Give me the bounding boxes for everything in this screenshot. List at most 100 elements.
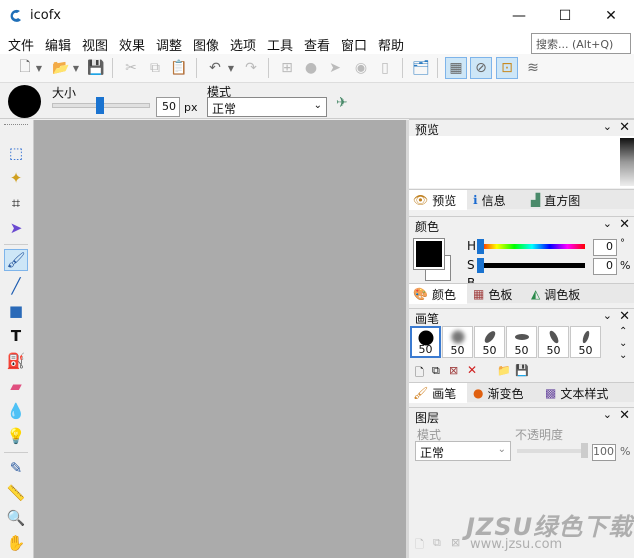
primary-color-swatch[interactable]	[413, 238, 445, 270]
chevron-down-icon[interactable]: ⌄	[603, 309, 612, 322]
tab-histogram[interactable]: ▟ 直方图	[527, 190, 603, 210]
menu-help[interactable]: 帮助	[378, 35, 404, 54]
duplicate-layer-icon[interactable]: ⧉	[433, 536, 441, 550]
mode-select[interactable]: 正常 ⌄	[207, 97, 327, 117]
save-icon[interactable]: 💾	[85, 57, 107, 79]
save-brush-icon[interactable]: 💾	[515, 364, 529, 377]
move-icon[interactable]: ➤	[4, 217, 28, 239]
new-brush-icon[interactable]: 🗋	[415, 364, 424, 383]
saturation-input[interactable]: 0	[593, 258, 617, 275]
apple-icon[interactable]: ●	[300, 57, 322, 79]
close-icon[interactable]: ✕	[619, 309, 630, 324]
hue-input[interactable]: 0	[593, 239, 617, 256]
zoom-icon[interactable]: 🔍	[4, 507, 28, 529]
tab-swatches[interactable]: ▦ 色板	[469, 284, 525, 304]
chevron-down-icon[interactable]: ⌄	[603, 120, 612, 133]
duplicate-brush-icon[interactable]: ⧉	[432, 364, 440, 378]
layer-opacity-slider[interactable]	[517, 449, 587, 453]
saturation-slider-thumb[interactable]	[477, 258, 484, 273]
line-tool-icon[interactable]: ╱	[4, 275, 28, 297]
android-icon[interactable]: ◉	[350, 57, 372, 79]
menu-inspect[interactable]: 查看	[304, 35, 330, 54]
marquee-select-icon[interactable]: ⬚	[4, 142, 28, 164]
mobile-icon[interactable]: ▯	[374, 57, 396, 79]
canvas-area[interactable]	[34, 120, 406, 558]
search-input[interactable]: 搜索... (Alt+Q)	[531, 33, 631, 54]
close-icon[interactable]: ✕	[619, 120, 630, 135]
redo-icon[interactable]: ↷	[240, 57, 262, 79]
hue-slider[interactable]	[479, 244, 585, 249]
text-tool-icon[interactable]: T	[4, 325, 28, 347]
edit-brush-icon[interactable]: ⊠	[449, 364, 458, 377]
dodge-bulb-icon[interactable]: 💡	[4, 425, 28, 447]
blur-drop-icon[interactable]: 💧	[4, 400, 28, 422]
menu-image[interactable]: 图像	[193, 35, 219, 54]
delete-brush-icon[interactable]: ✕	[467, 363, 477, 377]
close-button[interactable]: ✕	[588, 0, 634, 32]
open-dropdown-chevron-icon[interactable]: ▼	[71, 57, 81, 79]
brush-item[interactable]: 50	[538, 326, 569, 358]
new-dropdown-chevron-icon[interactable]: ▼	[34, 57, 44, 79]
layer-opacity-thumb[interactable]	[581, 443, 588, 458]
hue-slider-thumb[interactable]	[477, 239, 484, 254]
layer-opacity-input[interactable]: 100	[592, 444, 616, 461]
undo-dropdown-chevron-icon[interactable]: ▼	[226, 57, 236, 79]
antialias-icon[interactable]: ✈	[336, 95, 348, 111]
ruler-icon[interactable]: 📏	[4, 482, 28, 504]
brush-scroll[interactable]: ⌃ ⌄ ⌄	[619, 326, 627, 362]
tab-color[interactable]: 🎨 颜色	[409, 284, 467, 304]
paste-icon[interactable]: 📋	[168, 57, 190, 79]
menu-adjust[interactable]: 调整	[156, 35, 182, 54]
pixel-grid-icon[interactable]: ⊡	[496, 57, 518, 79]
layers-stack-icon[interactable]: ≋	[522, 57, 544, 79]
brush-item[interactable]: 50	[506, 326, 537, 358]
menu-options[interactable]: 选项	[230, 35, 256, 54]
menu-edit[interactable]: 编辑	[45, 35, 71, 54]
menu-tools[interactable]: 工具	[267, 35, 293, 54]
saturation-slider[interactable]	[479, 263, 585, 268]
grid-icon[interactable]: ⊘	[470, 57, 492, 79]
windows-icon[interactable]: ⊞	[276, 57, 298, 79]
image-folder-icon[interactable]: 🗂	[410, 57, 432, 79]
open-folder-icon[interactable]: 📂	[50, 57, 72, 79]
copy-icon[interactable]: ⧉	[144, 57, 166, 79]
new-layer-icon[interactable]: 🗋	[415, 536, 424, 555]
cursor-icon[interactable]: ➤	[324, 57, 346, 79]
chevron-down-icon[interactable]: ⌄	[603, 408, 612, 421]
menu-view[interactable]: 视图	[82, 35, 108, 54]
tab-brush[interactable]: 🖌 画笔	[409, 383, 467, 403]
size-slider-thumb[interactable]	[96, 97, 104, 114]
tab-info[interactable]: ℹ 信息	[469, 190, 525, 210]
crop-icon[interactable]: ⌗	[4, 192, 28, 214]
close-icon[interactable]: ✕	[619, 217, 630, 232]
tab-text-style[interactable]: ▩ 文本样式	[541, 383, 631, 403]
brush-item[interactable]: 50	[570, 326, 601, 358]
eyedropper-icon[interactable]: ✎	[4, 457, 28, 479]
menu-file[interactable]: 文件	[8, 35, 34, 54]
brush-item[interactable]: 50	[474, 326, 505, 358]
rectangle-tool-icon[interactable]: ■	[4, 300, 28, 322]
eraser-icon[interactable]: ▰	[4, 375, 28, 397]
brush-tool-icon[interactable]: 🖌	[4, 249, 28, 271]
checker-background-icon[interactable]: ▦	[445, 57, 467, 79]
brush-item[interactable]: 50	[442, 326, 473, 358]
maximize-button[interactable]: ☐	[542, 0, 588, 32]
hand-icon[interactable]: ✋	[4, 532, 28, 554]
close-icon[interactable]: ✕	[619, 408, 630, 423]
menu-window[interactable]: 窗口	[341, 35, 367, 54]
paint-bucket-icon[interactable]: ⛽	[4, 350, 28, 372]
tab-preview[interactable]: 👁 预览	[409, 190, 467, 210]
layer-props-icon[interactable]: ⊠	[451, 536, 460, 549]
tab-palette[interactable]: ◭ 调色板	[527, 284, 607, 304]
menu-effects[interactable]: 效果	[119, 35, 145, 54]
layer-mode-select[interactable]: 正常 ⌄	[415, 441, 511, 461]
brush-item[interactable]: 50	[410, 326, 441, 358]
chevron-down-icon[interactable]: ⌄	[603, 217, 612, 230]
tab-gradient[interactable]: ● 渐变色	[469, 383, 539, 403]
undo-icon[interactable]: ↶	[204, 57, 226, 79]
magic-wand-icon[interactable]: ✦	[4, 167, 28, 189]
size-input[interactable]: 50	[156, 97, 180, 117]
minimize-button[interactable]: —	[496, 0, 542, 32]
load-brush-icon[interactable]: 📁	[497, 364, 511, 377]
new-file-icon[interactable]: 🗋	[14, 57, 36, 79]
